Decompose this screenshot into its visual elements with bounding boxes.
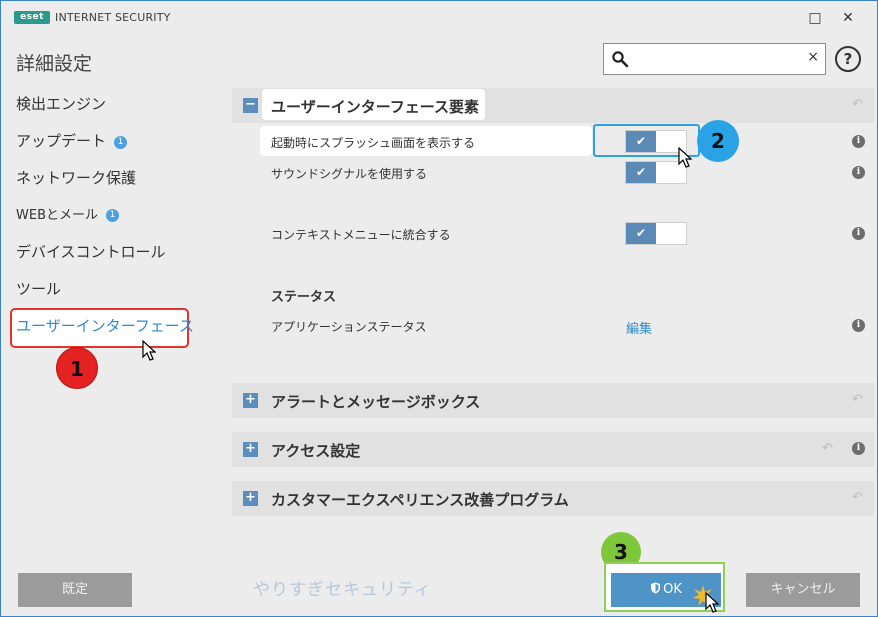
- sidebar-item-detection-engine[interactable]: 検出エンジン: [16, 93, 106, 114]
- mouse-cursor-icon: [678, 147, 692, 168]
- default-button[interactable]: 既定: [18, 573, 132, 607]
- info-icon[interactable]: i: [852, 319, 865, 332]
- section-header-access-setup[interactable]: + アクセス設定 ↶ i: [232, 432, 874, 467]
- notification-badge: 1: [106, 209, 119, 222]
- mouse-cursor-icon: [705, 592, 719, 613]
- sound-signal-label: サウンドシグナルを使用する: [271, 167, 428, 181]
- sidebar-item-label: ネットワーク保護: [16, 169, 137, 187]
- expand-icon[interactable]: +: [243, 491, 258, 506]
- sidebar-item-label: ツール: [16, 280, 62, 298]
- sidebar-item-device-control[interactable]: デバイスコントロール: [16, 241, 166, 262]
- section-header-customer-experience[interactable]: + カスタマーエクスペリエンス改善プログラム ↶: [232, 481, 874, 516]
- watermark-text: やりすぎセキュリティ: [253, 580, 432, 600]
- section-title: アクセス設定: [271, 442, 361, 460]
- mouse-cursor-icon: [142, 340, 156, 361]
- sidebar-item-label: WEBとメール: [16, 208, 98, 223]
- sidebar-item-network-protection[interactable]: ネットワーク保護: [16, 167, 136, 188]
- cancel-button[interactable]: キャンセル: [746, 573, 860, 607]
- splash-screen-label: 起動時にスプラッシュ画面を表示する: [271, 136, 476, 150]
- help-icon[interactable]: ?: [835, 46, 861, 72]
- info-icon[interactable]: i: [852, 227, 865, 240]
- sidebar-item-web-and-email[interactable]: WEBとメール 1: [16, 204, 119, 223]
- section-title: カスタマーエクスペリエンス改善プログラム: [271, 491, 569, 509]
- section-header-alerts[interactable]: + アラートとメッセージボックス ↶: [232, 383, 874, 418]
- maximize-button[interactable]: □: [803, 7, 827, 29]
- info-icon[interactable]: i: [852, 135, 865, 148]
- clear-search-icon[interactable]: ×: [807, 49, 819, 65]
- edit-link[interactable]: 編集: [626, 318, 652, 337]
- sidebar-item-label: ユーザーインターフェース: [16, 317, 195, 335]
- section-title: アラートとメッセージボックス: [271, 393, 481, 411]
- callout-2: 2: [697, 120, 739, 162]
- info-icon[interactable]: i: [852, 442, 865, 455]
- sidebar-item-label: デバイスコントロール: [16, 243, 166, 261]
- close-button[interactable]: ✕: [836, 7, 860, 29]
- eset-logo: eset: [14, 11, 50, 24]
- sidebar-item-user-interface[interactable]: ユーザーインターフェース: [16, 315, 194, 336]
- callout-1: 1: [56, 347, 98, 389]
- search-input[interactable]: [634, 49, 799, 69]
- app-window: eset INTERNET SECURITY □ ✕ 詳細設定 × ? 検出エン…: [0, 0, 878, 617]
- context-menu-label: コンテキストメニューに統合する: [271, 228, 451, 242]
- notification-badge: 1: [114, 136, 128, 149]
- search-icon: [612, 51, 629, 68]
- check-icon: ✔: [626, 223, 656, 244]
- check-icon: ✔: [626, 162, 656, 183]
- shield-icon: [651, 582, 661, 594]
- application-status-label: アプリケーションステータス: [271, 320, 427, 334]
- context-menu-toggle[interactable]: ✔: [625, 222, 687, 245]
- section-title: ユーザーインターフェース要素: [271, 98, 480, 116]
- expand-icon[interactable]: +: [243, 442, 258, 457]
- app-title: INTERNET SECURITY: [55, 11, 171, 24]
- sidebar-item-tools[interactable]: ツール: [16, 278, 61, 299]
- search-box[interactable]: ×: [603, 43, 826, 75]
- info-icon[interactable]: i: [852, 166, 865, 179]
- expand-icon[interactable]: +: [243, 393, 258, 408]
- sidebar-item-update[interactable]: アップデート 1: [16, 130, 128, 151]
- ok-label: OK: [663, 582, 682, 597]
- revert-icon[interactable]: ↶: [852, 97, 863, 112]
- collapse-icon[interactable]: −: [243, 98, 258, 113]
- sidebar-item-label: アップデート: [16, 132, 107, 150]
- revert-icon[interactable]: ↶: [852, 490, 863, 505]
- revert-icon[interactable]: ↶: [822, 441, 833, 456]
- sidebar-item-label: 検出エンジン: [16, 95, 107, 113]
- revert-icon[interactable]: ↶: [852, 392, 863, 407]
- title-bar: eset INTERNET SECURITY □ ✕: [1, 1, 877, 35]
- status-heading: ステータス: [271, 290, 337, 305]
- page-title: 詳細設定: [16, 53, 93, 75]
